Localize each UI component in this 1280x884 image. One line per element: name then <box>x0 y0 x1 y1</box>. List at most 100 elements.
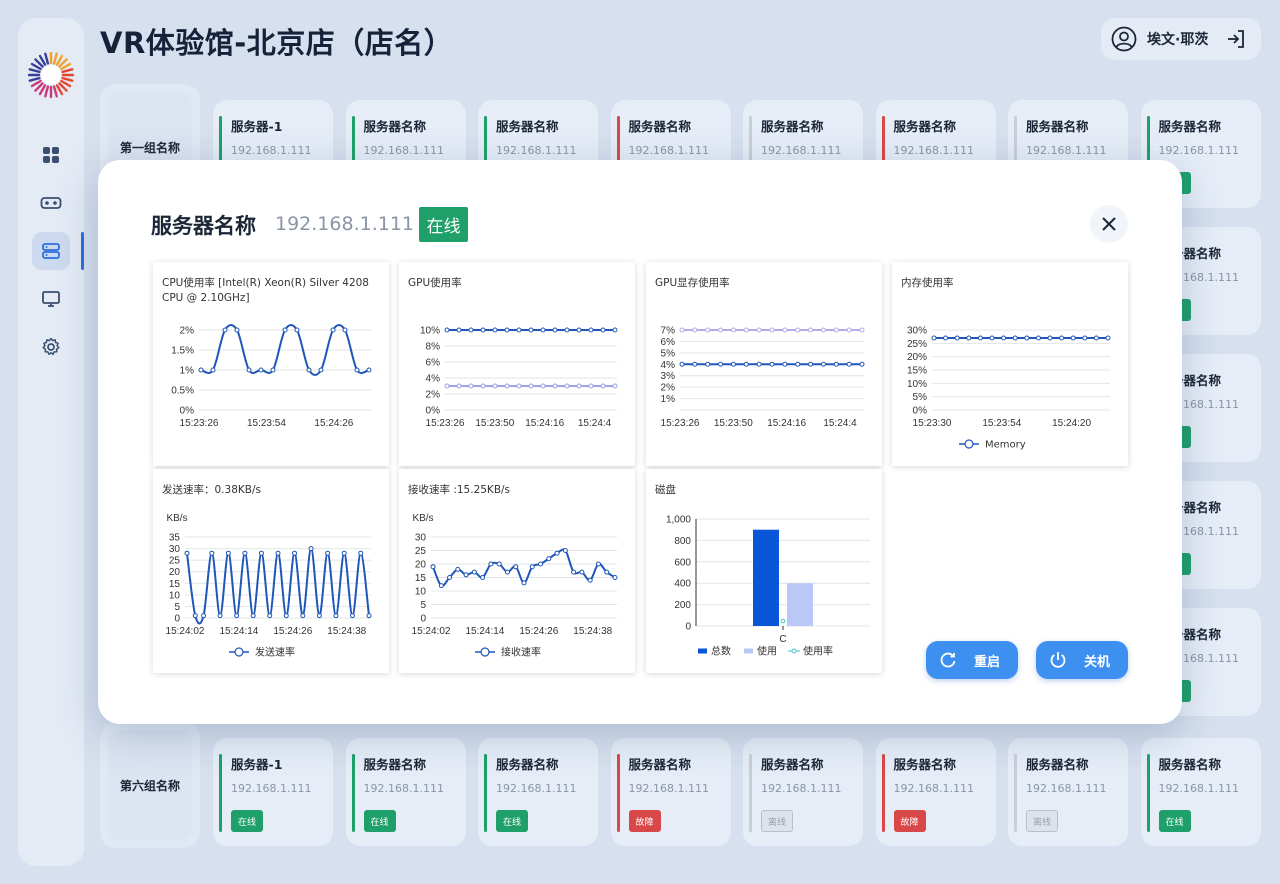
status-indicator <box>484 754 487 832</box>
data-point <box>846 327 852 333</box>
x-tick-label: 15:24:02 <box>412 626 451 637</box>
logo-ray <box>28 68 41 74</box>
data-point <box>564 383 570 389</box>
server-card[interactable]: 服务器名称 192.168.1.111 离线 <box>1008 738 1128 846</box>
server-card[interactable]: 服务器名称 192.168.1.111 在线 <box>345 738 466 846</box>
restart-button[interactable]: 重启 <box>926 641 1018 679</box>
status-badge: 在线 <box>231 810 263 832</box>
y-tick-label: 800 <box>674 536 691 547</box>
user-avatar-icon <box>1111 26 1137 52</box>
y-tick-label: 1% <box>180 366 195 377</box>
status-badge: 故障 <box>628 810 661 832</box>
page-title: VR体验馆-北京店（店名） <box>100 26 454 60</box>
data-point <box>430 564 436 570</box>
chart-svg: 0 5 10 15 20 25 30 KB/s 15:24:02 15:24:14 15:24:26… <box>412 513 618 659</box>
legend: Memory <box>959 439 1026 451</box>
legend-label: 发送速率 <box>255 646 295 659</box>
nav-monitor[interactable] <box>32 280 70 318</box>
data-point <box>358 550 364 556</box>
server-card[interactable]: 服务器名称 192.168.1.111 离线 <box>743 738 863 846</box>
logout-icon[interactable] <box>1225 28 1247 50</box>
data-point <box>600 383 606 389</box>
shutdown-label: 关机 <box>1084 654 1111 670</box>
data-point <box>1024 335 1030 341</box>
data-point <box>201 613 207 619</box>
server-name: 服务器名称 <box>628 757 692 772</box>
monitor-icon <box>42 291 60 307</box>
data-point <box>318 367 324 373</box>
server-card[interactable]: 服务器-1 192.168.1.111 在线 <box>213 738 333 846</box>
data-point <box>438 583 444 589</box>
bar <box>787 583 813 626</box>
data-point <box>521 580 527 586</box>
group-label-panel: 第六组名称 <box>100 722 200 848</box>
shutdown-button[interactable]: 关机 <box>1036 641 1128 679</box>
y-tick-label: 4% <box>661 360 676 371</box>
data-point <box>571 569 577 575</box>
y-tick-label: 0% <box>426 406 441 417</box>
x-tick-label: 15:24:4 <box>578 418 612 429</box>
close-button[interactable] <box>1090 205 1128 243</box>
data-point <box>579 569 585 575</box>
y-tick-label: 1,000 <box>666 515 691 526</box>
nav-vr[interactable] <box>32 184 70 222</box>
data-point <box>468 327 474 333</box>
chart-svg: 0% 0.5% 1% 1.5% 2% 15:23:26 15:23:54 15:24:26 <box>171 324 372 429</box>
data-point <box>718 327 724 333</box>
server-ip: 192.168.1.111 <box>231 144 312 157</box>
y-tick-label: 20 <box>169 567 181 578</box>
data-point <box>456 327 462 333</box>
data-point <box>267 613 273 619</box>
y-axis-label: KB/s <box>412 513 433 524</box>
chart-svg: 05101520253035 KB/s 15:24:02 15:24:14 15:24:… <box>166 513 372 659</box>
nav-servers[interactable] <box>32 232 70 270</box>
server-card[interactable]: 服务器名称 192.168.1.111 故障 <box>610 738 731 846</box>
data-point <box>931 335 937 341</box>
data-point <box>225 550 231 556</box>
y-tick-label: 4% <box>426 374 441 385</box>
y-tick-label: 10% <box>907 379 927 390</box>
server-card[interactable]: 服务器名称 192.168.1.111 故障 <box>875 738 996 846</box>
logo-ray <box>61 68 74 74</box>
server-ip: 192.168.1.111 <box>231 782 312 795</box>
send-rate-chart: 发送速率：0.38KB/s 0 5 10 15 20 25 30 35 KB/s 15:24:02 1… <box>153 469 389 673</box>
data-point <box>504 383 510 389</box>
data-point <box>743 361 749 367</box>
server-card[interactable]: 服务器名称 192.168.1.111 在线 <box>478 738 598 846</box>
data-point <box>769 327 775 333</box>
nav-dashboard[interactable] <box>32 136 70 174</box>
server-ip: 192.168.1.111 <box>1026 144 1107 157</box>
data-point <box>504 327 510 333</box>
user-menu[interactable]: 埃文·耶茨 <box>1101 18 1261 60</box>
y-tick-label: 1% <box>661 394 676 405</box>
data-point <box>275 550 281 556</box>
data-point <box>444 327 450 333</box>
y-tick-label: 5 <box>420 600 426 611</box>
server-card[interactable]: 服务器名称 192.168.1.111 在线 <box>1140 738 1261 846</box>
data-point <box>198 367 204 373</box>
gpu-memory-chart: GPU显存使用率 1% 2% 3% 4% 5% 6% 7% 15:23:26 15:23:50 15… <box>646 262 882 466</box>
receive-rate-chart: 接收速率 :15.25KB/s 0 5 10 15 20 25 30 KB/s 15:24:02 1… <box>399 469 635 673</box>
x-tick-label: 15:23:54 <box>982 418 1021 429</box>
x-tick-label: 15:24:38 <box>573 626 612 637</box>
data-point <box>1001 335 1007 341</box>
nav-settings[interactable] <box>32 328 70 366</box>
y-tick-label: 7% <box>661 326 676 337</box>
data-point <box>1047 335 1053 341</box>
sidebar <box>18 18 84 866</box>
app-logo <box>28 52 74 98</box>
status-indicator <box>616 754 620 832</box>
x-tick-label: 15:23:30 <box>913 418 952 429</box>
data-point <box>1035 335 1041 341</box>
x-tick-label: 15:23:54 <box>247 418 286 429</box>
data-point <box>325 550 331 556</box>
logo-ray <box>44 52 50 65</box>
data-point <box>692 327 698 333</box>
data-point <box>588 327 594 333</box>
data-point <box>1093 335 1099 341</box>
data-point <box>538 561 544 567</box>
server-name: 服务器名称 <box>363 119 427 134</box>
status-badge: 故障 <box>893 810 926 832</box>
y-tick-label: 15 <box>415 573 427 584</box>
logo-ray <box>52 85 58 98</box>
